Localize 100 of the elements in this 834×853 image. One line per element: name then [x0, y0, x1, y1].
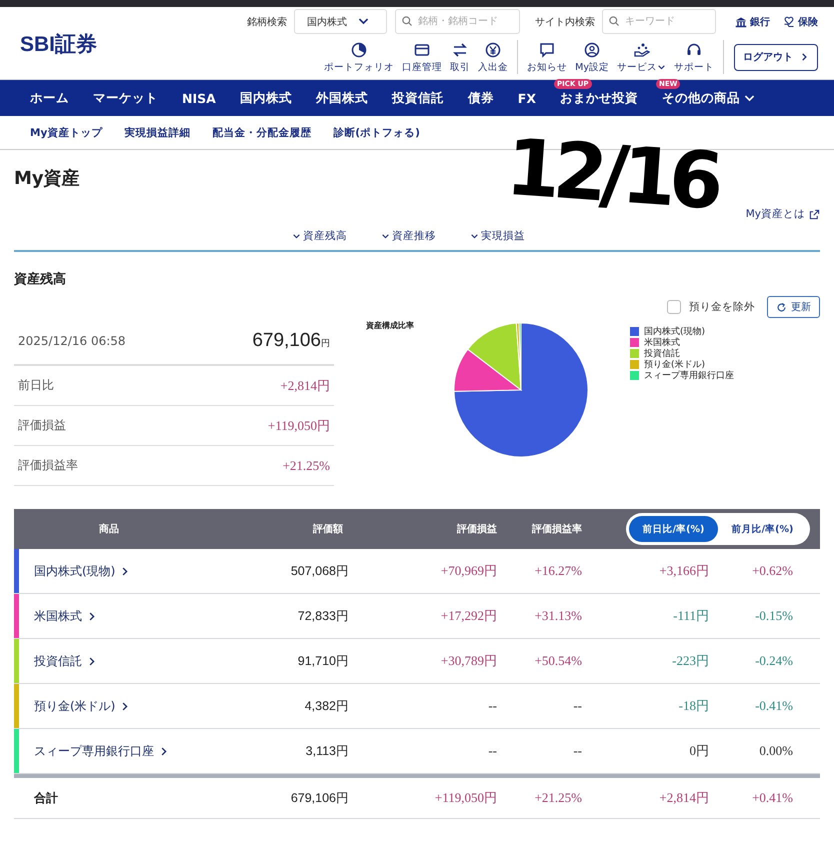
column-header: 評価損益率 [530, 522, 582, 536]
toolbar-button[interactable]: 入出金 [478, 42, 508, 74]
table-cell-text: -- [572, 743, 582, 759]
arrows-icon [452, 42, 468, 58]
total-amount: 679,106円 [252, 330, 330, 352]
product-link[interactable]: 米国株式 [34, 608, 204, 624]
subnav-link[interactable]: 実現損益詳細 [124, 126, 190, 140]
table-cell-text: +31.13% [534, 608, 582, 624]
nav-item[interactable]: FX [506, 90, 548, 106]
anchor-link[interactable]: 資産推移 [381, 229, 436, 243]
column-header: 評価額 [312, 522, 344, 536]
nav-item[interactable]: 国内株式 [228, 90, 304, 106]
headset-icon [686, 42, 702, 58]
legend-swatch [630, 338, 639, 347]
section-heading: 資産残高 [14, 270, 67, 288]
anchor-link[interactable]: 実現損益 [470, 229, 525, 243]
toolbar-button[interactable]: 口座管理 [402, 42, 442, 74]
row-value: +21.25% [282, 458, 330, 474]
chevron-down-icon [470, 232, 479, 240]
refresh-icon [776, 302, 787, 312]
row-label: 評価損益率 [18, 457, 78, 474]
product-link[interactable]: 預り金(米ドル) [34, 698, 204, 714]
toolbar-button[interactable]: ポートフォリオ [324, 42, 394, 74]
toolbar-button[interactable]: サポート [674, 42, 714, 74]
search-field[interactable]: キーワード [602, 9, 716, 34]
toolbar-button[interactable]: お知らせ [527, 42, 568, 74]
table-cell-text: 72,833円 [296, 608, 349, 624]
logout-button[interactable]: ログアウト [734, 44, 818, 70]
product-link[interactable]: スィープ専用銀行口座 [34, 742, 204, 760]
search-icon [401, 15, 413, 27]
table-cell-text: -0.24% [754, 653, 793, 669]
checkbox-label: 預り金を除外 [689, 300, 755, 314]
table-cell-text: +30,789円 [440, 652, 497, 670]
table-cell-text: +0.62% [751, 563, 793, 579]
nav-item[interactable]: 外国株式 [304, 90, 380, 106]
table-cell-text: -- [487, 743, 497, 759]
table-cell-text: 3,113円 [304, 742, 349, 760]
timestamp: 2025/12/16 06:58 [18, 334, 126, 348]
nav-item[interactable]: 投資信託 [380, 90, 456, 106]
table-cell-text: +0.41% [751, 790, 793, 806]
table-cell-text: 0円 [688, 742, 709, 760]
external-link-icon [809, 208, 820, 220]
table-cell-text: +16.27% [534, 563, 582, 579]
legend-swatch [630, 360, 639, 369]
row-label: 評価損益 [18, 417, 66, 434]
table-cell-text: +70,969円 [440, 562, 497, 580]
total-label: 合計 [34, 790, 59, 806]
header-link[interactable]: 保険 [783, 14, 818, 28]
subnav-link[interactable]: 配当金・分配金履歴 [212, 126, 312, 140]
anchor-link[interactable]: 資産残高 [292, 229, 347, 243]
legend-label: 国内株式(現物) [644, 326, 706, 338]
table-cell-text: -111円 [672, 607, 709, 625]
table-cell-text: -- [572, 698, 582, 714]
legend-label: スィープ専用銀行口座 [644, 369, 734, 382]
header-link[interactable]: 銀行 [735, 14, 770, 28]
table-cell-text: 91,710円 [296, 652, 349, 670]
row-value: +119,050円 [268, 416, 330, 434]
chevron-down-icon [292, 232, 301, 240]
handwritten-note: 12/16 [504, 128, 720, 222]
search-icon [608, 15, 620, 27]
table-cell-text: +21.25% [534, 790, 582, 806]
hand-icon [634, 42, 650, 58]
bank-icon [735, 16, 747, 28]
subnav-link[interactable]: 診断(ポトフォる) [333, 126, 420, 140]
nav-item[interactable]: 債券 [456, 90, 506, 106]
table-cell-text: 4,382円 [304, 698, 349, 714]
nav-item[interactable]: ホーム [18, 90, 81, 106]
toolbar-button[interactable]: My設定 [575, 42, 609, 74]
table-cell-text: 507,068円 [290, 562, 349, 580]
toolbar-button[interactable]: サービス [617, 42, 666, 74]
search-field[interactable]: 銘柄・銘柄コード [395, 9, 520, 34]
table-cell-text: 0.00% [758, 743, 793, 759]
table-cell-text: +3,166円 [658, 562, 709, 580]
product-link[interactable]: 国内株式(現物) [34, 562, 204, 580]
table-cell-text: -0.41% [754, 698, 793, 714]
yen-coin-icon [485, 42, 502, 58]
table-cell-text: -223円 [671, 652, 709, 670]
row-value: +2,814円 [280, 376, 330, 394]
table-cell-text: +119,050円 [434, 789, 497, 807]
chevron-down-icon [381, 232, 390, 240]
chart-title: 資産構成比率 [366, 320, 415, 332]
help-link[interactable]: My資産とは [746, 206, 820, 222]
table-cell-text: -18円 [678, 697, 709, 715]
checkbox[interactable] [667, 300, 681, 314]
legend-label: 預り金(米ドル) [644, 358, 706, 370]
column-header: 商品 [98, 522, 120, 536]
market-dropdown[interactable]: 国内株式 [294, 9, 387, 34]
logo[interactable]: SBI証券 [20, 30, 120, 58]
toolbar-button[interactable]: 取引 [450, 42, 470, 74]
refresh-button[interactable]: 更新 [767, 296, 820, 318]
legend-swatch [630, 327, 639, 336]
heart-hand-icon [783, 16, 795, 28]
table-cell-text: +17,292円 [440, 607, 497, 625]
subnav-link[interactable]: My資産トップ [30, 126, 102, 140]
product-link[interactable]: 投資信託 [34, 652, 204, 670]
nav-item[interactable]: マーケット [81, 90, 170, 106]
search-label: サイト内検索 [535, 16, 595, 28]
nav-item[interactable]: NISA [170, 90, 228, 106]
table-cell-text: 679,106円 [290, 790, 349, 806]
toggle-option[interactable]: 前日比/率(%) [629, 516, 718, 542]
